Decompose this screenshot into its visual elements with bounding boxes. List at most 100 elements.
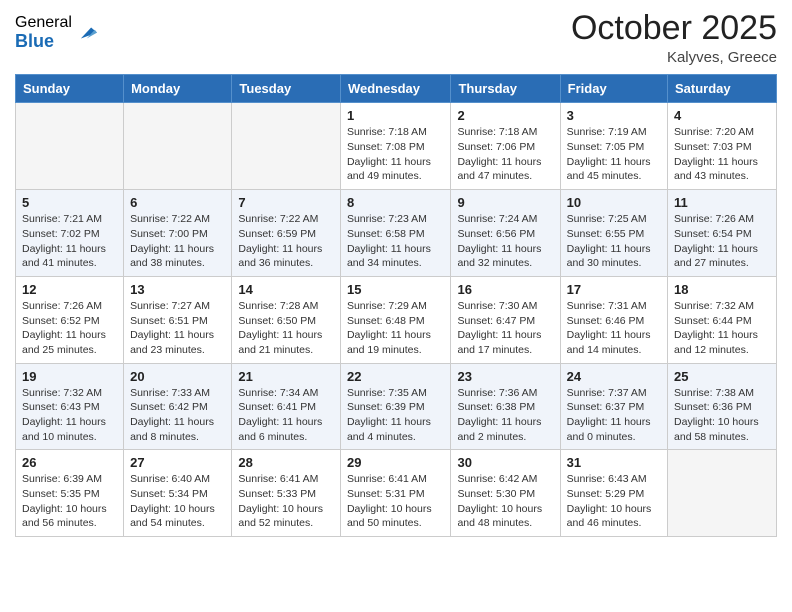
calendar-cell [668, 450, 777, 537]
day-info: Sunrise: 6:39 AMSunset: 5:35 PMDaylight:… [22, 472, 117, 531]
calendar-cell [16, 103, 124, 190]
day-number: 24 [567, 369, 661, 384]
day-info: Sunrise: 6:41 AMSunset: 5:33 PMDaylight:… [238, 472, 334, 531]
day-number: 22 [347, 369, 445, 384]
weekday-header-sunday: Sunday [16, 75, 124, 103]
calendar-cell: 29 Sunrise: 6:41 AMSunset: 5:31 PMDayligh… [340, 450, 451, 537]
day-info: Sunrise: 7:31 AMSunset: 6:46 PMDaylight:… [567, 299, 661, 358]
day-number: 8 [347, 195, 445, 210]
day-info: Sunrise: 7:32 AMSunset: 6:43 PMDaylight:… [22, 386, 117, 445]
calendar-cell: 28 Sunrise: 6:41 AMSunset: 5:33 PMDayligh… [232, 450, 341, 537]
day-number: 25 [674, 369, 770, 384]
day-info: Sunrise: 7:27 AMSunset: 6:51 PMDaylight:… [130, 299, 225, 358]
calendar-week-row: 5Sunrise: 7:21 AMSunset: 7:02 PMDaylight… [16, 190, 777, 277]
weekday-header-wednesday: Wednesday [340, 75, 451, 103]
weekday-header-tuesday: Tuesday [232, 75, 341, 103]
day-number: 19 [22, 369, 117, 384]
logo-icon [75, 22, 97, 44]
calendar-week-row: 12 Sunrise: 7:26 AMSunset: 6:52 PMDayligh… [16, 276, 777, 363]
calendar-cell: 10Sunrise: 7:25 AMSunset: 6:55 PMDayligh… [560, 190, 667, 277]
calendar-cell: 23Sunrise: 7:36 AMSunset: 6:38 PMDayligh… [451, 363, 560, 450]
day-number: 28 [238, 455, 334, 470]
day-info: Sunrise: 7:37 AMSunset: 6:37 PMDaylight:… [567, 386, 661, 445]
calendar-cell: 1Sunrise: 7:18 AMSunset: 7:08 PMDaylight… [340, 103, 451, 190]
calendar-cell: 27Sunrise: 6:40 AMSunset: 5:34 PMDayligh… [124, 450, 232, 537]
calendar-cell: 4 Sunrise: 7:20 AMSunset: 7:03 PMDaylight… [668, 103, 777, 190]
day-number: 11 [674, 195, 770, 210]
calendar-page: General Blue October 2025 Kalyves, Greec… [0, 0, 792, 552]
day-number: 7 [238, 195, 334, 210]
day-info: Sunrise: 7:26 AMSunset: 6:54 PMDaylight:… [674, 212, 770, 271]
day-number: 29 [347, 455, 445, 470]
weekday-header-thursday: Thursday [451, 75, 560, 103]
day-info: Sunrise: 7:22 AMSunset: 6:59 PMDaylight:… [238, 212, 334, 271]
day-info: Sunrise: 7:34 AMSunset: 6:41 PMDaylight:… [238, 386, 334, 445]
day-info: Sunrise: 7:36 AMSunset: 6:38 PMDaylight:… [457, 386, 553, 445]
calendar-week-row: 1Sunrise: 7:18 AMSunset: 7:08 PMDaylight… [16, 103, 777, 190]
day-number: 2 [457, 108, 553, 123]
day-info: Sunrise: 7:26 AMSunset: 6:52 PMDaylight:… [22, 299, 117, 358]
weekday-header-saturday: Saturday [668, 75, 777, 103]
calendar-cell: 13 Sunrise: 7:27 AMSunset: 6:51 PMDayligh… [124, 276, 232, 363]
day-number: 4 [674, 108, 770, 123]
day-info: Sunrise: 7:35 AMSunset: 6:39 PMDaylight:… [347, 386, 445, 445]
weekday-header-friday: Friday [560, 75, 667, 103]
day-info: Sunrise: 7:18 AMSunset: 7:06 PMDaylight:… [457, 125, 553, 184]
calendar-cell: 30 Sunrise: 6:42 AMSunset: 5:30 PMDayligh… [451, 450, 560, 537]
title-section: October 2025 Kalyves, Greece [571, 10, 777, 66]
calendar-cell: 9Sunrise: 7:24 AMSunset: 6:56 PMDaylight… [451, 190, 560, 277]
calendar-cell: 5Sunrise: 7:21 AMSunset: 7:02 PMDaylight… [16, 190, 124, 277]
calendar-table: SundayMondayTuesdayWednesdayThursdayFrid… [15, 74, 777, 537]
day-info: Sunrise: 6:41 AMSunset: 5:31 PMDaylight:… [347, 472, 445, 531]
calendar-header-row: SundayMondayTuesdayWednesdayThursdayFrid… [16, 75, 777, 103]
day-info: Sunrise: 7:21 AMSunset: 7:02 PMDaylight:… [22, 212, 117, 271]
day-number: 20 [130, 369, 225, 384]
calendar-cell: 19 Sunrise: 7:32 AMSunset: 6:43 PMDayligh… [16, 363, 124, 450]
day-info: Sunrise: 6:43 AMSunset: 5:29 PMDaylight:… [567, 472, 661, 531]
day-info: Sunrise: 7:22 AMSunset: 7:00 PMDaylight:… [130, 212, 225, 271]
day-number: 31 [567, 455, 661, 470]
day-number: 16 [457, 282, 553, 297]
calendar-cell: 2 Sunrise: 7:18 AMSunset: 7:06 PMDaylight… [451, 103, 560, 190]
day-info: Sunrise: 7:32 AMSunset: 6:44 PMDaylight:… [674, 299, 770, 358]
day-number: 30 [457, 455, 553, 470]
calendar-cell: 17Sunrise: 7:31 AMSunset: 6:46 PMDayligh… [560, 276, 667, 363]
day-number: 10 [567, 195, 661, 210]
day-info: Sunrise: 7:38 AMSunset: 6:36 PMDaylight:… [674, 386, 770, 445]
calendar-cell: 24 Sunrise: 7:37 AMSunset: 6:37 PMDayligh… [560, 363, 667, 450]
calendar-cell: 12 Sunrise: 7:26 AMSunset: 6:52 PMDayligh… [16, 276, 124, 363]
day-info: Sunrise: 6:42 AMSunset: 5:30 PMDaylight:… [457, 472, 553, 531]
day-number: 12 [22, 282, 117, 297]
calendar-week-row: 19 Sunrise: 7:32 AMSunset: 6:43 PMDayligh… [16, 363, 777, 450]
month-title: October 2025 [571, 10, 777, 47]
day-info: Sunrise: 7:28 AMSunset: 6:50 PMDaylight:… [238, 299, 334, 358]
logo-general: General [15, 14, 72, 32]
day-info: Sunrise: 7:19 AMSunset: 7:05 PMDaylight:… [567, 125, 661, 184]
weekday-header-monday: Monday [124, 75, 232, 103]
day-info: Sunrise: 7:29 AMSunset: 6:48 PMDaylight:… [347, 299, 445, 358]
logo-text: General Blue [15, 14, 72, 51]
calendar-cell [124, 103, 232, 190]
calendar-cell: 21 Sunrise: 7:34 AMSunset: 6:41 PMDayligh… [232, 363, 341, 450]
day-info: Sunrise: 7:33 AMSunset: 6:42 PMDaylight:… [130, 386, 225, 445]
calendar-cell: 26Sunrise: 6:39 AMSunset: 5:35 PMDayligh… [16, 450, 124, 537]
day-number: 15 [347, 282, 445, 297]
day-info: Sunrise: 7:24 AMSunset: 6:56 PMDaylight:… [457, 212, 553, 271]
day-number: 18 [674, 282, 770, 297]
day-info: Sunrise: 7:23 AMSunset: 6:58 PMDaylight:… [347, 212, 445, 271]
calendar-cell: 14 Sunrise: 7:28 AMSunset: 6:50 PMDayligh… [232, 276, 341, 363]
calendar-cell: 15 Sunrise: 7:29 AMSunset: 6:48 PMDayligh… [340, 276, 451, 363]
calendar-cell: 11 Sunrise: 7:26 AMSunset: 6:54 PMDayligh… [668, 190, 777, 277]
calendar-cell [232, 103, 341, 190]
calendar-cell: 20 Sunrise: 7:33 AMSunset: 6:42 PMDayligh… [124, 363, 232, 450]
day-number: 13 [130, 282, 225, 297]
day-info: Sunrise: 6:40 AMSunset: 5:34 PMDaylight:… [130, 472, 225, 531]
day-info: Sunrise: 7:20 AMSunset: 7:03 PMDaylight:… [674, 125, 770, 184]
logo-blue: Blue [15, 32, 72, 52]
day-number: 14 [238, 282, 334, 297]
calendar-cell: 22 Sunrise: 7:35 AMSunset: 6:39 PMDayligh… [340, 363, 451, 450]
calendar-cell: 3Sunrise: 7:19 AMSunset: 7:05 PMDaylight… [560, 103, 667, 190]
day-number: 6 [130, 195, 225, 210]
location: Kalyves, Greece [571, 49, 777, 66]
day-number: 21 [238, 369, 334, 384]
